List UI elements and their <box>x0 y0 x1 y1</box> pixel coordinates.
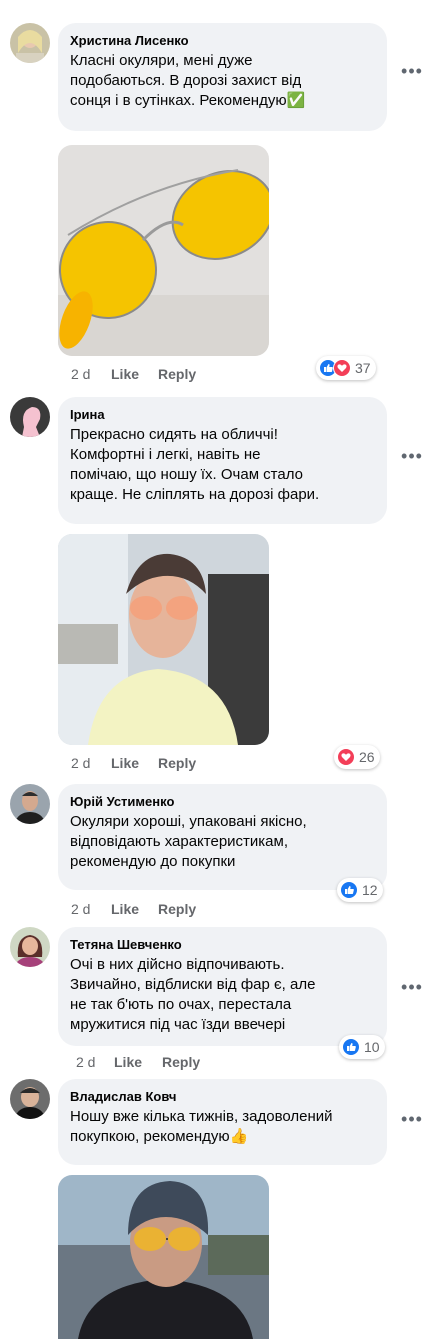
more-options-icon[interactable]: ••• <box>400 1110 424 1134</box>
comment-author[interactable]: Тетяна Шевченко <box>70 936 375 953</box>
comment-bubble: Юрій Устименко Окуляри хороші, упаковані… <box>58 784 387 890</box>
comment-time[interactable]: 2 d <box>76 1054 95 1070</box>
more-options-icon[interactable]: ••• <box>400 978 424 1002</box>
reply-button[interactable]: Reply <box>158 755 196 771</box>
reply-button[interactable]: Reply <box>162 1054 200 1070</box>
reaction-summary[interactable]: 26 <box>334 745 380 769</box>
more-options-icon[interactable]: ••• <box>400 447 424 471</box>
reaction-count: 10 <box>364 1039 380 1055</box>
avatar[interactable] <box>10 1079 50 1119</box>
comment-photo[interactable] <box>58 145 269 356</box>
comment-author[interactable]: Владислав Ковч <box>70 1088 375 1105</box>
reply-button[interactable]: Reply <box>158 366 196 382</box>
more-options-icon[interactable]: ••• <box>400 62 424 86</box>
comment-time[interactable]: 2 d <box>71 366 90 382</box>
like-button[interactable]: Like <box>111 366 139 382</box>
like-icon <box>342 1038 360 1056</box>
comment-photo[interactable] <box>58 534 269 745</box>
reaction-summary[interactable]: 37 <box>316 356 376 380</box>
reply-button[interactable]: Reply <box>158 901 196 917</box>
like-button[interactable]: Like <box>111 755 139 771</box>
reaction-count: 37 <box>355 360 371 376</box>
avatar[interactable] <box>10 784 50 824</box>
comment-bubble: Ірина Прекрасно сидять на обличчі! Комфо… <box>58 397 387 524</box>
comment-author[interactable]: Христина Лисенко <box>70 32 375 49</box>
reaction-count: 12 <box>362 882 378 898</box>
comment-time[interactable]: 2 d <box>71 901 90 917</box>
avatar[interactable] <box>10 397 50 437</box>
comment-bubble: Христина Лисенко Класні окуляри, мені ду… <box>58 23 387 131</box>
love-icon <box>337 748 355 766</box>
comment-text: Очі в них дійсно відпочивають. Звичайно,… <box>70 956 316 1033</box>
comment-bubble: Тетяна Шевченко Очі в них дійсно відпочи… <box>58 927 387 1046</box>
comment-time[interactable]: 2 d <box>71 755 90 771</box>
avatar[interactable] <box>10 23 50 63</box>
comment-bubble: Владислав Ковч Ношу вже кілька тижнів, з… <box>58 1079 387 1165</box>
comment-text: Окуляри хороші, упаковані якісно, відпов… <box>70 813 307 870</box>
comment-photo[interactable] <box>58 1175 269 1339</box>
reaction-summary[interactable]: 12 <box>337 878 383 902</box>
like-icon <box>340 881 358 899</box>
like-button[interactable]: Like <box>111 901 139 917</box>
like-button[interactable]: Like <box>114 1054 142 1070</box>
comment-author[interactable]: Ірина <box>70 406 375 423</box>
comment-text: Прекрасно сидять на обличчі! Комфортні і… <box>70 426 320 503</box>
avatar[interactable] <box>10 927 50 967</box>
reaction-count: 26 <box>359 749 375 765</box>
love-icon <box>333 359 351 377</box>
reaction-summary[interactable]: 10 <box>339 1035 385 1059</box>
comment-text: Ношу вже кілька тижнів, задоволений поку… <box>70 1108 333 1145</box>
comment-author[interactable]: Юрій Устименко <box>70 793 375 810</box>
comment-text: Класні окуляри, мені дуже подобаються. В… <box>70 52 306 109</box>
